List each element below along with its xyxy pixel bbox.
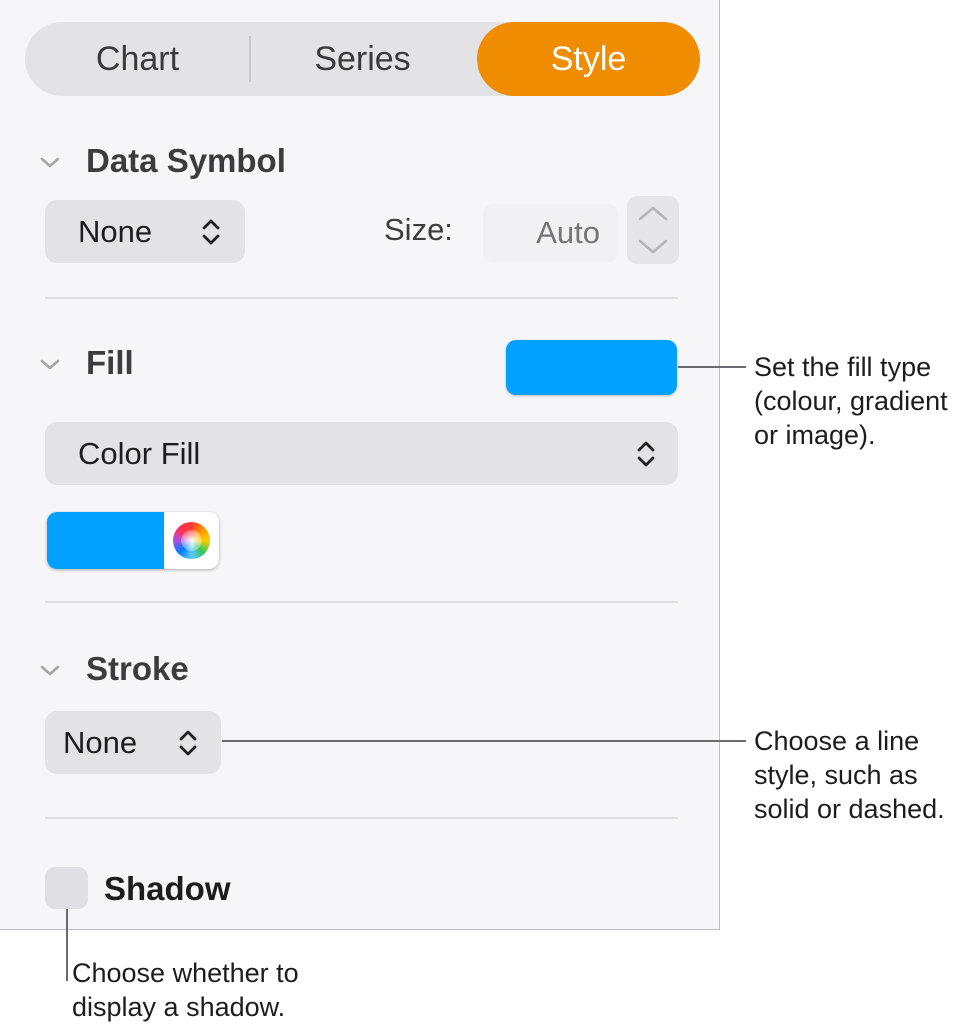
stroke-callout-line-3: solid or dashed. <box>754 794 945 824</box>
stroke-title: Stroke <box>86 650 189 687</box>
chevron-down-icon[interactable] <box>38 352 62 376</box>
stepper-up-button[interactable] <box>627 196 679 230</box>
chevron-up-icon <box>638 206 668 221</box>
up-down-chevrons-icon <box>179 730 197 756</box>
stroke-popup[interactable]: None <box>45 711 221 774</box>
stroke-popup-value: None <box>63 725 138 760</box>
fill-callout-line <box>678 366 746 368</box>
segmented-tabs: Chart Series Style <box>25 22 700 96</box>
up-down-chevrons-icon <box>637 441 655 467</box>
data-symbol-header[interactable]: Data Symbol <box>38 142 338 182</box>
stepper-down-button[interactable] <box>627 230 679 264</box>
size-label: Size: <box>384 212 453 247</box>
fill-callout: Set the fill type (colour, gradient or i… <box>754 350 948 452</box>
stroke-callout-line-1: Choose a line <box>754 726 920 756</box>
fill-callout-line-3: or image). <box>754 420 876 450</box>
chevron-down-icon[interactable] <box>38 658 62 682</box>
section-divider <box>45 817 678 819</box>
fill-callout-line-2: (colour, gradient <box>754 386 948 416</box>
format-sidebar: Chart Series Style Data Symbol None Size… <box>0 0 720 930</box>
stroke-callout: Choose a line style, such as solid or da… <box>754 724 945 826</box>
data-symbol-title: Data Symbol <box>86 142 286 179</box>
shadow-callout-line <box>66 909 68 981</box>
fill-title: Fill <box>86 344 134 381</box>
fill-header[interactable]: Fill <box>38 344 238 384</box>
stroke-callout-line <box>222 740 746 742</box>
section-divider <box>45 297 678 299</box>
fill-color-well-swatch[interactable] <box>47 512 164 569</box>
stroke-callout-line-2: style, such as <box>754 760 918 790</box>
color-wheel-icon[interactable] <box>173 522 210 559</box>
shadow-checkbox[interactable] <box>45 867 88 909</box>
fill-type-popup[interactable]: Color Fill <box>45 422 678 485</box>
tab-chart[interactable]: Chart <box>25 22 250 96</box>
shadow-callout-line-2: display a shadow. <box>72 992 286 1022</box>
data-symbol-popup-value: None <box>78 214 153 249</box>
size-stepper[interactable] <box>627 196 679 264</box>
size-input[interactable] <box>483 204 618 262</box>
section-divider <box>45 601 678 603</box>
stroke-header[interactable]: Stroke <box>38 650 238 690</box>
shadow-callout: Choose whether to display a shadow. <box>72 956 299 1024</box>
fill-type-value: Color Fill <box>78 436 201 471</box>
shadow-label: Shadow <box>104 870 231 907</box>
up-down-chevrons-icon <box>202 219 220 245</box>
chevron-down-icon[interactable] <box>38 150 62 174</box>
chevron-down-icon <box>638 239 668 254</box>
data-symbol-popup[interactable]: None <box>45 200 245 263</box>
tab-series[interactable]: Series <box>250 22 475 96</box>
fill-color-swatch[interactable] <box>506 340 677 395</box>
fill-color-well <box>47 512 219 569</box>
shadow-callout-line-1: Choose whether to <box>72 958 299 988</box>
fill-callout-line-1: Set the fill type <box>754 352 932 382</box>
tab-style[interactable]: Style <box>477 22 700 96</box>
